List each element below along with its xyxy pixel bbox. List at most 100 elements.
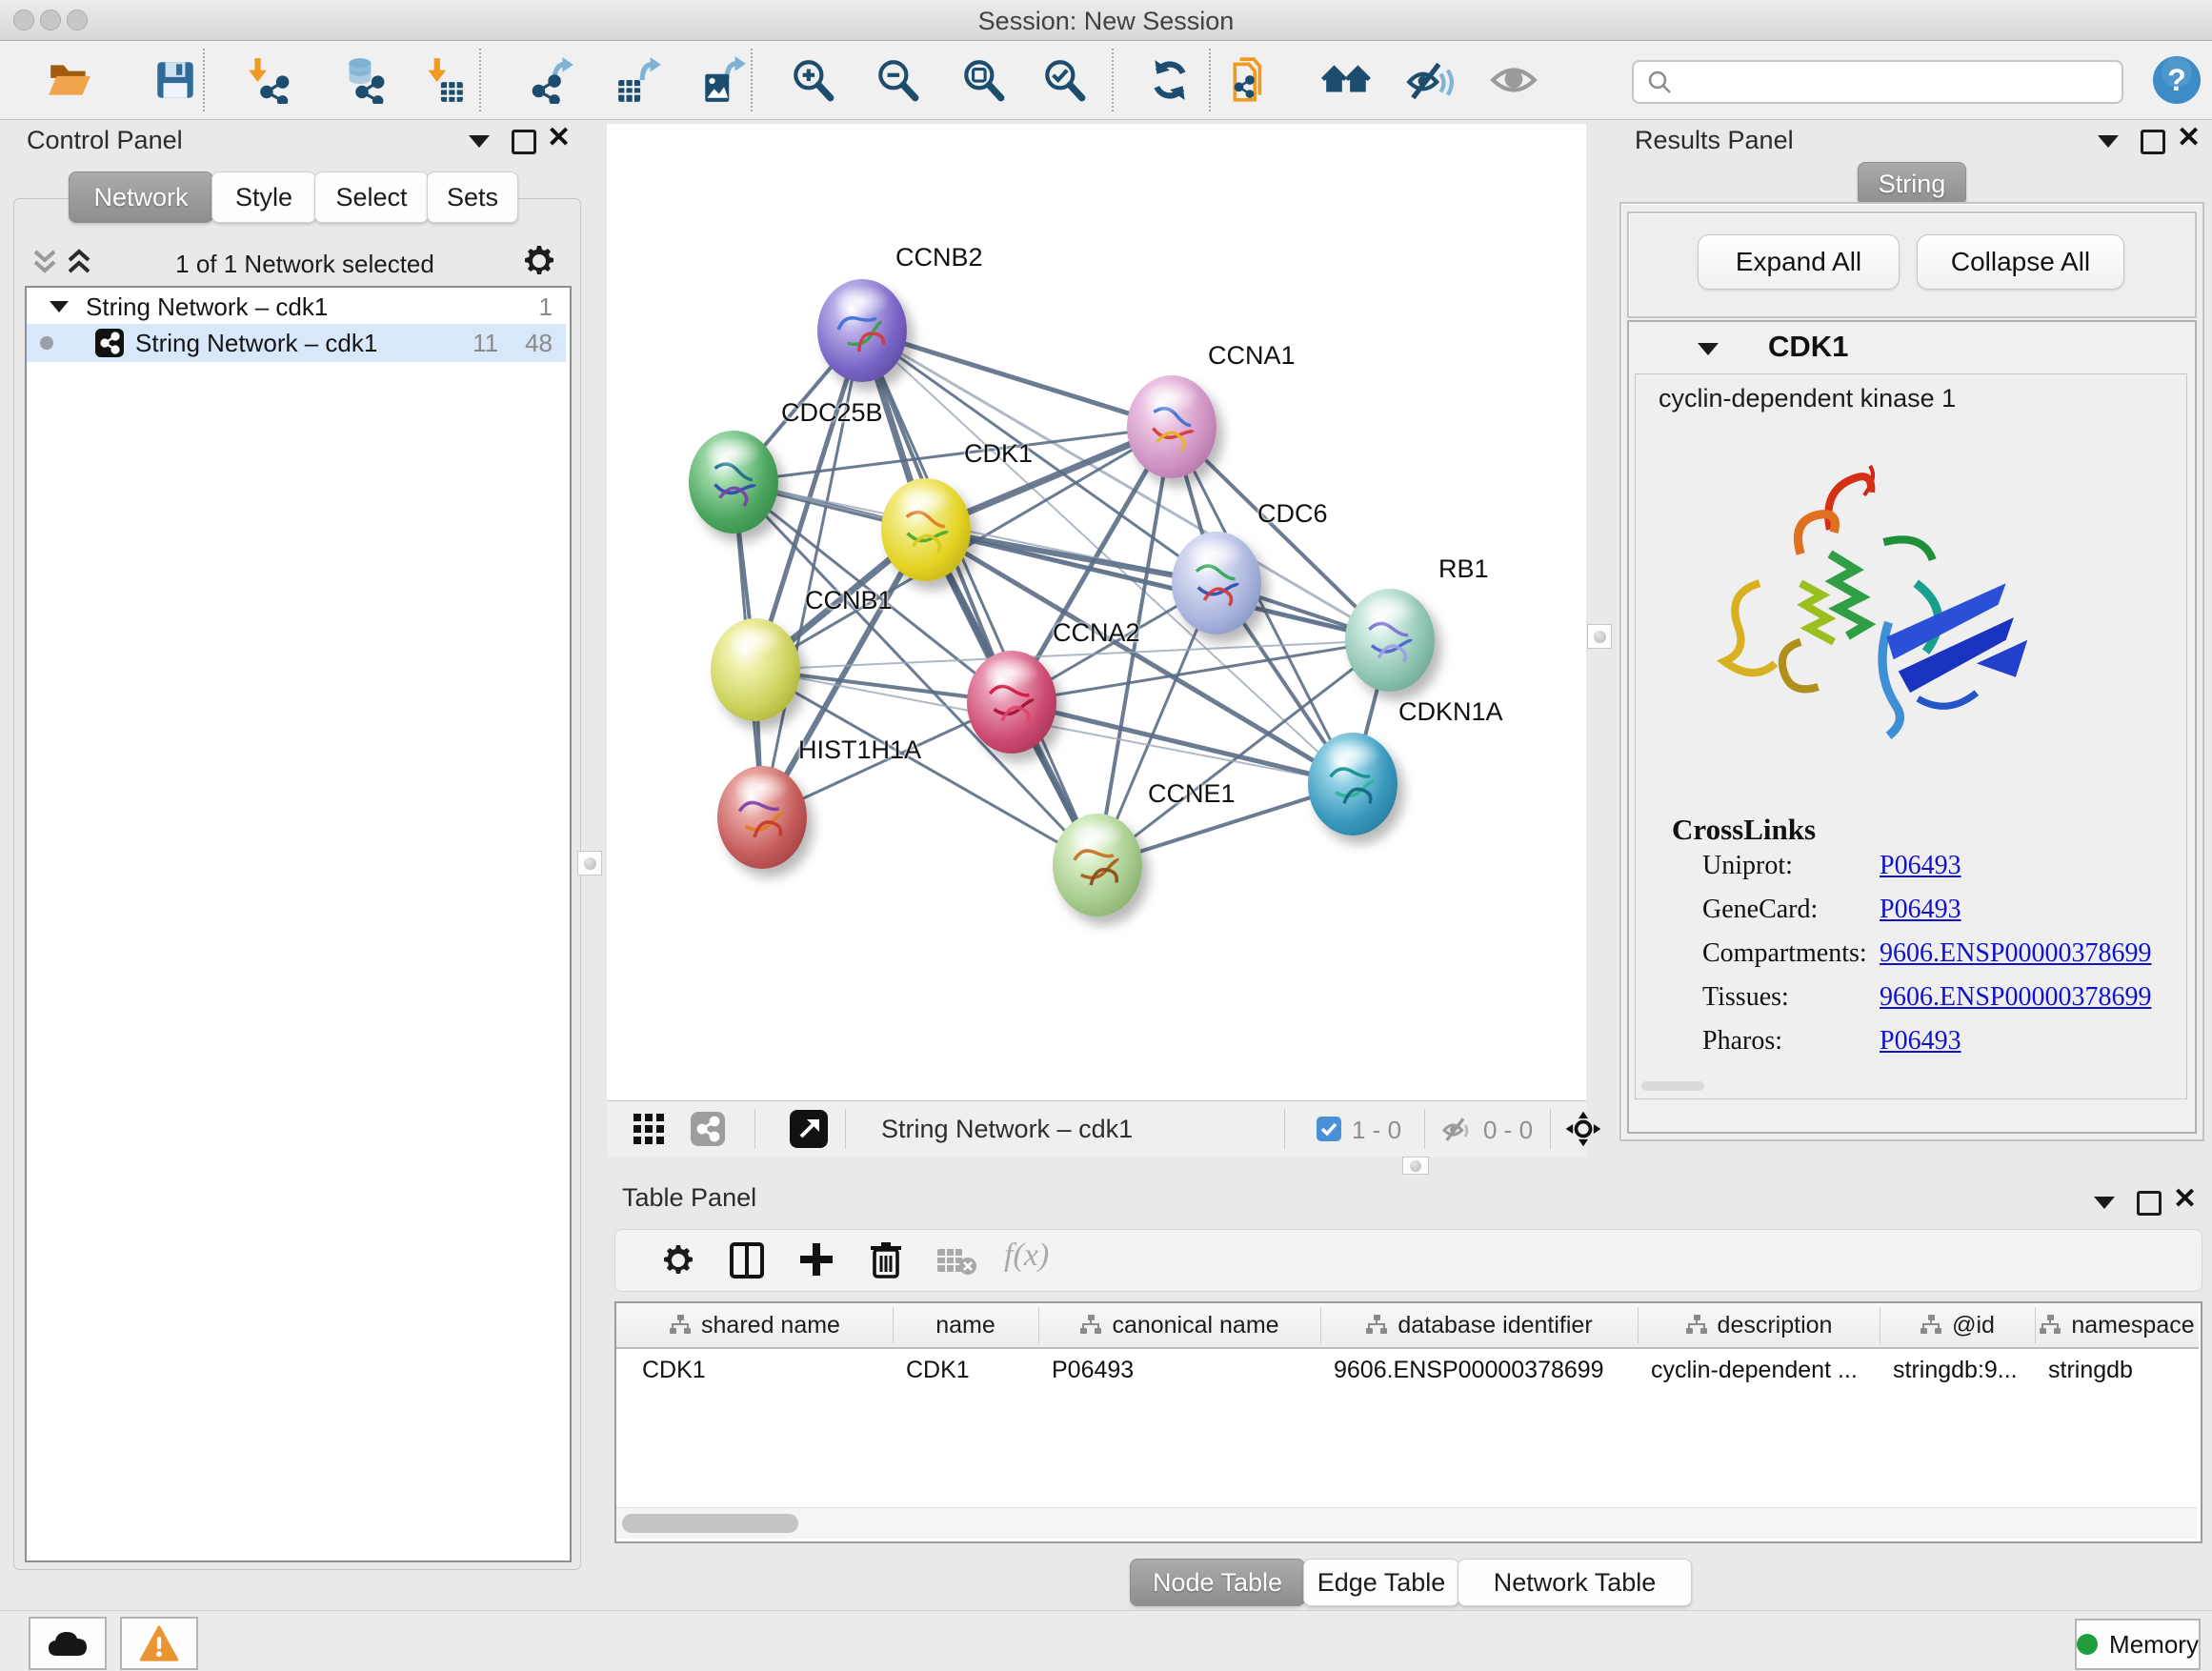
column-header-database-identifier[interactable]: database identifier (1320, 1303, 1638, 1349)
crosslink-value[interactable]: P06493 (1880, 895, 1961, 925)
zoom-selected-icon[interactable] (1038, 54, 1090, 106)
expand-all-button[interactable]: Expand All (1698, 234, 1900, 290)
refresh-icon[interactable] (1144, 54, 1196, 106)
results-panel-float-icon[interactable] (2098, 135, 2119, 148)
table-panel-close-icon[interactable]: ✕ (2173, 1187, 2197, 1212)
delete-table-icon-disabled (937, 1247, 977, 1276)
show-columns-icon[interactable] (730, 1242, 764, 1278)
import-network-database-icon[interactable] (336, 54, 388, 106)
table-hscrollbar-thumb[interactable] (622, 1514, 798, 1533)
table-panel-maximize-icon[interactable] (2137, 1191, 2162, 1216)
control-panel-close-icon[interactable]: ✕ (547, 126, 571, 151)
left-splitter-handle[interactable] (577, 851, 602, 876)
table-cell[interactable]: cyclin-dependent ... (1651, 1349, 1874, 1391)
results-scrollbar-thumb[interactable] (1641, 1081, 1704, 1091)
selected-checkbox-icon[interactable] (1317, 1117, 1341, 1141)
home-icon[interactable] (1321, 54, 1373, 106)
results-panel-close-icon[interactable]: ✕ (2177, 126, 2201, 151)
crosslink-value[interactable]: P06493 (1880, 1026, 1961, 1057)
network-node-cdc6[interactable] (1172, 532, 1261, 634)
network-node-rb1[interactable] (1345, 589, 1435, 692)
export-table-icon[interactable] (613, 54, 664, 106)
table-cell[interactable]: CDK1 (906, 1349, 1033, 1391)
column-header--id[interactable]: @id (1880, 1303, 2035, 1349)
show-all-icon[interactable] (1488, 54, 1539, 106)
network-edge[interactable] (862, 331, 1172, 427)
bottom-splitter-handle[interactable] (1402, 1157, 1429, 1175)
column-header-name[interactable]: name (893, 1303, 1038, 1349)
search-input[interactable] (1632, 60, 2123, 104)
open-session-icon[interactable] (44, 54, 95, 106)
column-header-shared-name[interactable]: shared name (616, 1303, 893, 1349)
network-node-ccnb2[interactable] (817, 279, 907, 382)
table-cell[interactable]: stringdb (2048, 1349, 2193, 1391)
network-node-ccna2[interactable] (967, 651, 1056, 754)
delete-column-icon[interactable] (869, 1240, 903, 1278)
right-splitter-handle[interactable] (1587, 624, 1612, 649)
export-network-icon[interactable] (527, 54, 578, 106)
crosslink-value[interactable]: 9606.ENSP00000378699 (1880, 938, 2151, 969)
table-cell[interactable]: P06493 (1052, 1349, 1315, 1391)
tab-string[interactable]: String (1858, 162, 1966, 206)
table-panel-float-icon[interactable] (2094, 1197, 2115, 1209)
table-gear-icon[interactable] (661, 1243, 695, 1278)
protein-collapse-icon[interactable] (1698, 343, 1719, 355)
fit-content-crosshair-icon[interactable] (1564, 1110, 1602, 1148)
zoom-in-icon[interactable] (787, 54, 838, 106)
column-header-description[interactable]: description (1638, 1303, 1880, 1349)
network-node-cdkn1a[interactable] (1308, 733, 1398, 836)
tree-expand-icon[interactable] (50, 301, 69, 312)
import-table-file-icon[interactable] (417, 54, 469, 106)
cloud-button[interactable] (29, 1617, 107, 1670)
table-cell[interactable]: CDK1 (642, 1349, 899, 1391)
table-cell[interactable]: stringdb:9... (1893, 1349, 2029, 1391)
network-node-ccnb1[interactable] (711, 618, 800, 721)
network-tree-root-row[interactable]: String Network – cdk1 1 (27, 290, 566, 324)
crosslink-value[interactable]: 9606.ENSP00000378699 (1880, 982, 2151, 1013)
memory-button[interactable]: Memory (2075, 1619, 2201, 1670)
collapse-all-chevron-icon[interactable] (29, 246, 61, 278)
crosslink-value[interactable]: P06493 (1880, 851, 1961, 881)
network-node-ccna1[interactable] (1127, 375, 1217, 478)
tab-network[interactable]: Network (69, 171, 213, 223)
table-hscrollbar[interactable] (616, 1507, 2197, 1539)
column-header-namespace[interactable]: namespace (2035, 1303, 2199, 1349)
network-tree-child-row[interactable]: String Network – cdk1 11 48 (27, 324, 566, 362)
network-node-hist1h1a[interactable] (717, 766, 807, 869)
tab-network-table[interactable]: Network Table (1458, 1559, 1692, 1606)
zoom-fit-icon[interactable] (957, 54, 1009, 106)
help-icon[interactable]: ? (2151, 54, 2202, 106)
export-image-icon[interactable] (697, 54, 749, 106)
tab-edge-table[interactable]: Edge Table (1303, 1559, 1459, 1606)
network-node-ccne1[interactable] (1053, 814, 1142, 916)
import-network-file-icon[interactable] (243, 54, 294, 106)
results-panel-maximize-icon[interactable] (2141, 130, 2165, 154)
save-session-icon[interactable] (150, 54, 201, 106)
collapse-all-button[interactable]: Collapse All (1917, 234, 2124, 290)
table-cell[interactable]: 9606.ENSP00000378699 (1334, 1349, 1632, 1391)
network-edge[interactable] (1012, 702, 1353, 784)
column-header-canonical-name[interactable]: canonical name (1038, 1303, 1320, 1349)
tab-sets[interactable]: Sets (427, 171, 518, 223)
tab-style[interactable]: Style (211, 171, 316, 223)
network-canvas[interactable]: CCNB2CCNA1CDC25BCDK1CDC6RB1CCNB1CCNA2CDK… (607, 124, 1586, 1100)
hide-selected-icon[interactable] (1404, 54, 1456, 106)
zoom-out-icon[interactable] (872, 54, 923, 106)
birds-eye-view-icon[interactable] (790, 1110, 828, 1148)
control-panel-maximize-icon[interactable] (512, 130, 536, 154)
network-view-icon[interactable] (691, 1112, 725, 1146)
gear-icon[interactable] (522, 244, 556, 278)
grid-view-icon[interactable] (633, 1114, 666, 1144)
open-network-from-file-icon[interactable] (1225, 54, 1277, 106)
network-node-cdc25b[interactable] (689, 431, 778, 534)
warning-button[interactable] (120, 1617, 198, 1670)
network-node-cdk1[interactable] (881, 478, 971, 581)
create-column-icon[interactable] (798, 1241, 835, 1278)
expand-all-chevron-icon[interactable] (63, 246, 95, 278)
tab-node-table[interactable]: Node Table (1130, 1559, 1305, 1606)
tab-select[interactable]: Select (314, 171, 429, 223)
network-edge[interactable] (862, 331, 1097, 865)
network-edge[interactable] (926, 530, 1390, 640)
crosslink-label: Uniprot: (1702, 851, 1793, 881)
control-panel-float-icon[interactable] (469, 135, 490, 148)
